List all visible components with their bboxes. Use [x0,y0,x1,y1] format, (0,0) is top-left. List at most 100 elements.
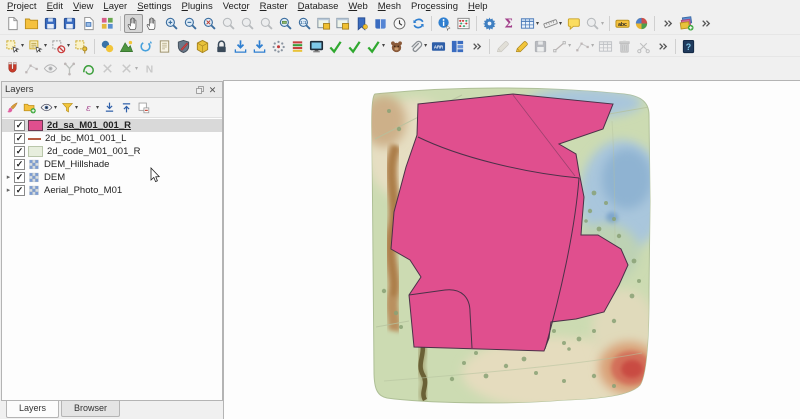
toggle-editing-button[interactable] [512,37,531,56]
zoom-native-button[interactable] [295,14,314,33]
layer-checkbox[interactable]: ✓ [14,120,25,131]
zoom-to-layer-button[interactable] [276,14,295,33]
plugin-screen-capture-button[interactable] [307,37,326,56]
open-layer-styling-button[interactable] [4,99,21,116]
zoom-in-button[interactable] [162,14,181,33]
menu-view[interactable]: View [68,0,98,13]
open-data-source-manager-button[interactable] [677,14,696,33]
map-tips-button[interactable] [564,14,583,33]
cut-features-button[interactable] [634,37,653,56]
temporal-controller-button[interactable] [390,14,409,33]
tab-layers[interactable]: Layers [6,401,60,418]
layer-checkbox[interactable]: ✓ [14,172,25,183]
modify-attributes-button[interactable] [596,37,615,56]
plugin-tcp-button[interactable] [269,37,288,56]
toolbar-overflow-1-button[interactable] [658,14,677,33]
remove-layer-button[interactable] [135,99,152,116]
plugin-arr-button[interactable] [429,37,448,56]
zoom-next-button[interactable] [257,14,276,33]
clear-selection-tool-button[interactable] [98,59,117,78]
layer-item-DEM_Hillshade[interactable]: ✓ DEM_Hillshade [2,158,222,171]
filter-legend-button[interactable]: ▾ [59,99,80,116]
menu-settings[interactable]: Settings [132,0,176,13]
filter-by-expression-button[interactable]: ▾ [80,99,101,116]
menu-processing[interactable]: Processing [406,0,463,13]
layer-item-2d_bc_M01_001_L[interactable]: ✓ 2d_bc_M01_001_L [2,132,222,145]
enable-tracing-button[interactable] [79,59,98,78]
diagram-options-button[interactable] [632,14,651,33]
collapse-all-button[interactable] [118,99,135,116]
show-hidden-features-button[interactable] [41,59,60,78]
zoom-full-button[interactable] [200,14,219,33]
layer-checkbox[interactable]: ✓ [14,185,25,196]
menu-vector[interactable]: Vector [218,0,255,13]
processing-toolbox-button[interactable] [480,14,499,33]
menu-help[interactable]: Help [463,0,493,13]
plugin-mascot-button[interactable] [387,37,406,56]
plugin-terrain-button[interactable] [117,37,136,56]
open-project-button[interactable] [22,14,41,33]
advanced-digitizing-tool-button[interactable]: ▾ [117,59,140,78]
menu-database[interactable]: Database [293,0,344,13]
layer-checkbox[interactable]: ✓ [14,159,25,170]
current-edits-button[interactable] [493,37,512,56]
plugin-3d-cube-button[interactable] [193,37,212,56]
vertex-tool-button[interactable]: ▾ [573,37,596,56]
expander-icon[interactable]: ▸ [4,184,13,197]
select-features-button[interactable]: ▾ [3,37,26,56]
plugin-serial-stack-button[interactable] [288,37,307,56]
label-options-button[interactable] [613,14,632,33]
deselect-features-button[interactable]: ▾ [49,37,72,56]
zoom-out-button[interactable] [181,14,200,33]
plugin-offline-editing-button[interactable] [212,37,231,56]
toolbar-overflow-2-button[interactable] [696,14,715,33]
add-line-feature-button[interactable]: ▾ [550,37,573,56]
panel-float-button[interactable] [193,84,206,96]
add-group-button[interactable] [21,99,38,116]
pan-map-button[interactable] [124,14,143,33]
expand-all-button[interactable] [101,99,118,116]
menu-plugins[interactable]: Plugins [177,0,218,13]
plugin-data-table-button[interactable] [448,37,467,56]
map-canvas[interactable] [223,80,800,419]
zoom-last-button[interactable] [238,14,257,33]
show-spatial-bookmarks-button[interactable] [371,14,390,33]
layer-item-2d_sa_M01_001_R[interactable]: ✓ 2d_sa_M01_001_R [2,119,222,132]
plugin-download-button[interactable] [231,37,250,56]
help-contents-button[interactable] [679,37,698,56]
topology-checker-button[interactable] [60,59,79,78]
vertex-marker-button[interactable] [22,59,41,78]
menu-web[interactable]: Web [343,0,372,13]
new-3d-map-view-button[interactable] [333,14,352,33]
move-feature-tool-button[interactable] [140,59,159,78]
plugin-import-button[interactable] [250,37,269,56]
tab-browser[interactable]: Browser [61,401,121,417]
menu-edit[interactable]: Edit [42,0,68,13]
toolbar-overflow-3-button[interactable] [467,37,486,56]
enable-snapping-button[interactable] [3,59,22,78]
check-topology-button[interactable]: ▾ [364,37,387,56]
python-console-button[interactable] [98,37,117,56]
zoom-to-selection-button[interactable] [219,14,238,33]
select-features-by-value-button[interactable]: ▾ [26,37,49,56]
layer-item-2d_code_M01_001_R[interactable]: ✓ 2d_code_M01_001_R [2,145,222,158]
nominatim-search-button[interactable]: ▾ [583,14,606,33]
plugin-attachment-button[interactable]: ▾ [406,37,429,56]
open-attribute-table-button[interactable]: ▾ [518,14,541,33]
select-by-location-button[interactable] [72,37,91,56]
menu-project[interactable]: Project [2,0,42,13]
layer-item-DEM[interactable]: ▸ ✓ DEM [2,171,222,184]
new-project-button[interactable] [3,14,22,33]
layer-item-Aerial_Photo_M01[interactable]: ▸ ✓ Aerial_Photo_M01 [2,184,222,197]
plugin-log-button[interactable] [155,37,174,56]
expander-icon[interactable]: ▸ [4,171,13,184]
new-spatial-bookmark-button[interactable] [352,14,371,33]
plugin-metasearch-button[interactable] [174,37,193,56]
save-layer-edits-button[interactable] [531,37,550,56]
menu-mesh[interactable]: Mesh [373,0,406,13]
plugin-sync-button[interactable] [136,37,155,56]
delete-selected-button[interactable] [615,37,634,56]
layout-manager-button[interactable] [79,14,98,33]
measure-line-button[interactable]: ▾ [541,14,564,33]
refresh-map-button[interactable] [409,14,428,33]
